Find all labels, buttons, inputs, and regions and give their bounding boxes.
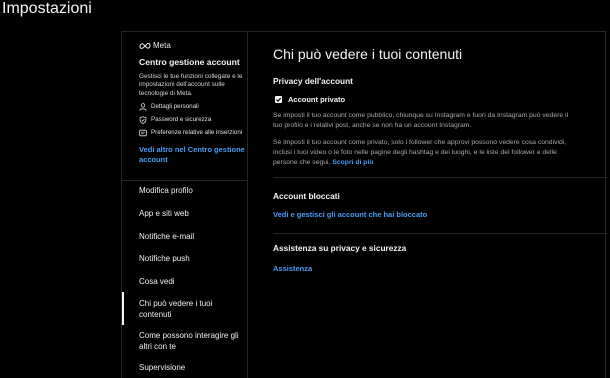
help-link[interactable]: Assistenza	[273, 264, 312, 273]
accounts-center-item-password-security[interactable]: Password e sicurezza	[139, 116, 245, 125]
accounts-center-item-ad-preferences[interactable]: Preferenze relative alle inserzioni	[139, 129, 245, 137]
sidebar-divider	[122, 180, 247, 181]
person-icon	[139, 103, 147, 111]
private-account-description: Se imposti il tuo account come privato, …	[273, 138, 578, 169]
manage-blocked-accounts-link[interactable]: Vedi e gestisci gli account che hai bloc…	[273, 210, 427, 219]
accounts-center-title: Centro gestione account	[139, 57, 240, 67]
private-account-checkbox[interactable]	[275, 96, 282, 103]
privacy-section-heading: Privacy dell'account	[273, 76, 353, 86]
nav-item-how-others-interact[interactable]: Come possono interagire gli altri con te	[139, 331, 239, 352]
meta-infinity-icon	[139, 42, 151, 49]
meta-logo: Meta	[139, 41, 245, 50]
private-account-toggle[interactable]: Account privato	[275, 95, 345, 104]
private-account-description-text: Se imposti il tuo account come privato, …	[273, 139, 567, 167]
accounts-center-item-personal-details[interactable]: Dettagli personali	[139, 103, 245, 111]
nav-item-what-you-see[interactable]: Cosa vedi	[139, 277, 239, 288]
nav-item-push-notifications[interactable]: Notifiche push	[139, 254, 239, 265]
public-account-description: Se imposti il tuo account come pubblico,…	[273, 112, 569, 130]
page-title: Impostazioni	[2, 0, 92, 17]
nav-item-who-can-see-content[interactable]: Chi può vedere i tuoi contenuti	[139, 299, 239, 320]
nav-item-supervision[interactable]: Supervisione	[139, 363, 239, 374]
accounts-center-description: Gestisci le tue funzioni collegate e le …	[139, 73, 243, 97]
section-divider	[273, 233, 607, 234]
private-account-label: Account privato	[288, 95, 346, 104]
learn-more-link[interactable]: Scopri di più	[332, 159, 373, 166]
nav-item-email-notifications[interactable]: Notifiche e-mail	[139, 232, 239, 243]
help-section-heading: Assistenza su privacy e sicurezza	[273, 243, 407, 253]
accounts-center-item-label: Preferenze relative alle inserzioni	[151, 129, 243, 137]
accounts-center-link[interactable]: Vedi altro nel Centro gestione account	[139, 145, 245, 164]
settings-panel: Meta Centro gestione account Gestisci le…	[121, 31, 607, 378]
content-title: Chi può vedere i tuoi contenuti	[273, 46, 463, 62]
nav-item-apps-websites[interactable]: App e siti web	[139, 209, 239, 220]
meta-logo-text: Meta	[153, 41, 171, 50]
accounts-center-item-label: Password e sicurezza	[151, 116, 212, 124]
ad-icon	[139, 130, 147, 137]
nav-active-indicator	[122, 292, 124, 325]
section-divider	[273, 177, 607, 178]
shield-icon	[139, 116, 147, 125]
accounts-center-card[interactable]: Meta Centro gestione account Gestisci le…	[139, 41, 245, 164]
blocked-section-heading: Account bloccati	[273, 191, 340, 201]
accounts-center-item-label: Dettagli personali	[151, 103, 199, 111]
sidebar: Meta Centro gestione account Gestisci le…	[122, 32, 248, 378]
checkmark-icon	[276, 97, 282, 103]
nav-item-edit-profile[interactable]: Modifica profilo	[139, 186, 239, 197]
